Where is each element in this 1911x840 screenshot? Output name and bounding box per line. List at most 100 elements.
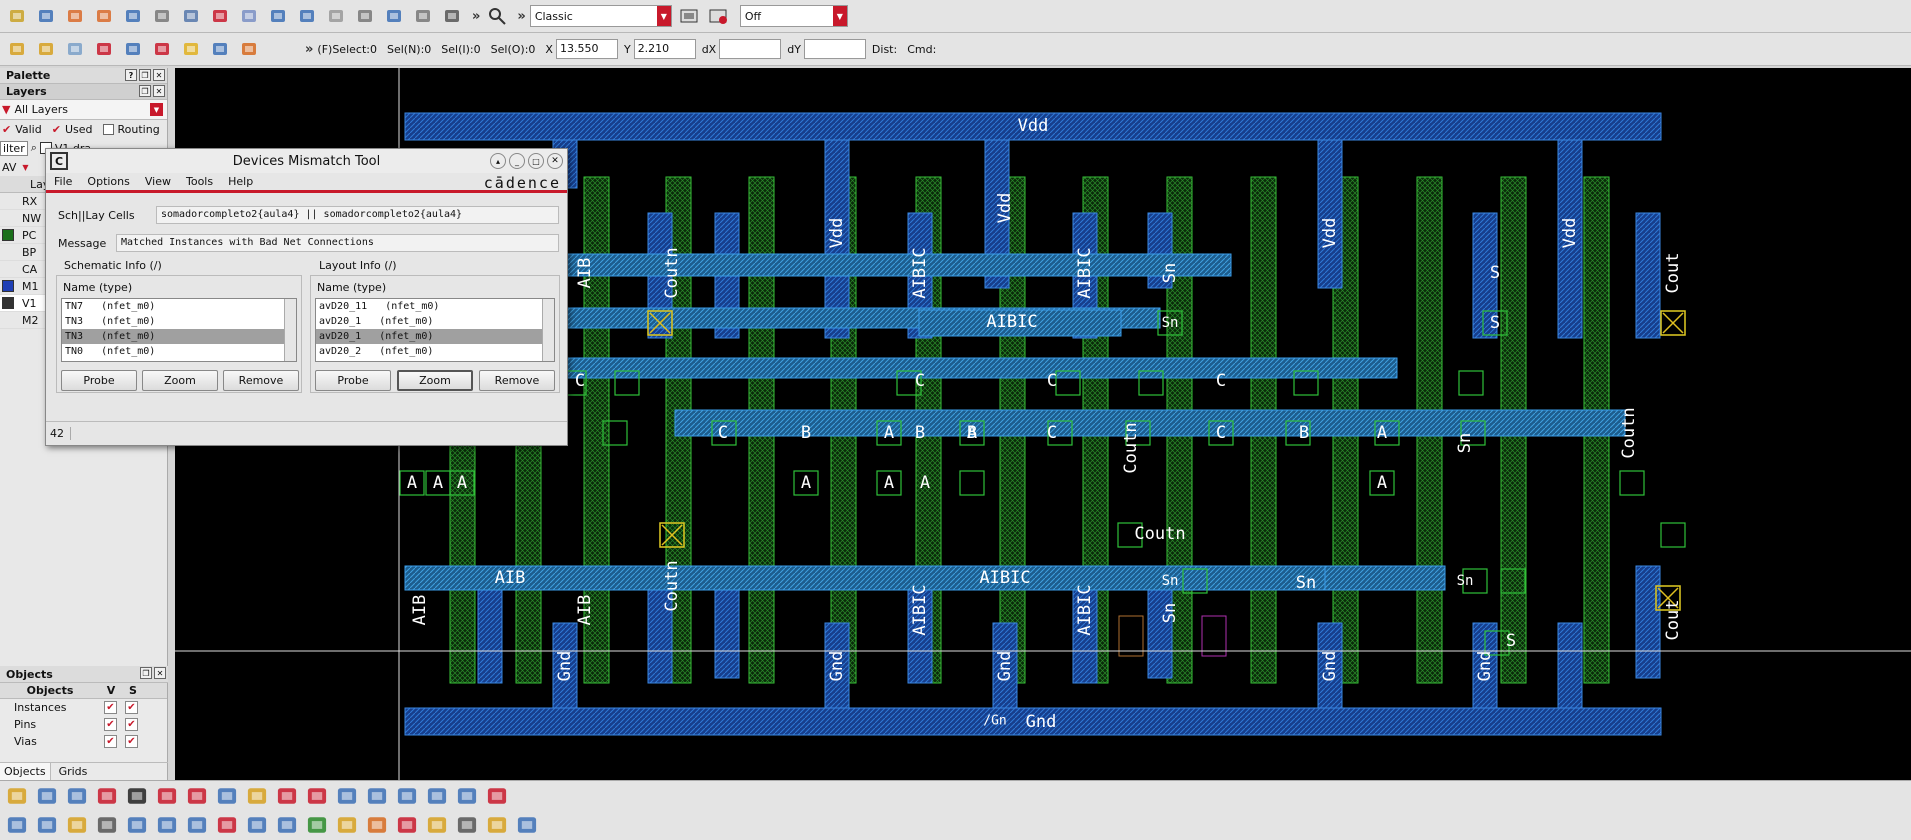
layout-icon[interactable] xyxy=(64,783,90,809)
fold-icon[interactable] xyxy=(154,812,180,838)
mark-icon[interactable] xyxy=(214,812,240,838)
wire-icon[interactable] xyxy=(184,812,210,838)
selectable-checkbox[interactable]: ✔ xyxy=(125,718,138,731)
list-item[interactable]: avD20_1 (nfet_m0) xyxy=(316,314,554,329)
markers-icon[interactable] xyxy=(236,36,262,62)
lay-zoom-button[interactable]: Zoom xyxy=(397,370,473,391)
search-icon[interactable] xyxy=(274,812,300,838)
zoom-fit-icon[interactable] xyxy=(120,36,146,62)
list-scrollbar[interactable] xyxy=(284,299,296,361)
grid2-icon[interactable] xyxy=(394,812,420,838)
cell-icon[interactable] xyxy=(4,812,30,838)
message-field[interactable]: Matched Instances with Bad Net Connectio… xyxy=(116,234,559,252)
ruler-icon[interactable] xyxy=(484,812,510,838)
run-icon[interactable] xyxy=(364,812,390,838)
list-item[interactable]: TN0 (nfet_m0) xyxy=(62,344,296,359)
chevron-down-icon-2[interactable]: ▼ xyxy=(832,6,847,26)
stretch-icon[interactable] xyxy=(178,3,204,29)
workspace-select[interactable]: Classic ▼ xyxy=(529,5,672,27)
menu-file[interactable]: File xyxy=(54,175,72,188)
sch-probe-button[interactable]: Probe xyxy=(61,370,137,391)
minimize-icon[interactable]: _ xyxy=(509,153,525,169)
visible-checkbox[interactable]: ✔ xyxy=(104,718,117,731)
y-field[interactable]: 2.210 xyxy=(633,39,696,59)
zoom-in-icon[interactable] xyxy=(424,783,450,809)
close-icon-2[interactable]: ✕ xyxy=(153,85,165,97)
layer-swatch[interactable] xyxy=(2,195,14,207)
object-row[interactable]: Pins ✔ ✔ xyxy=(0,716,167,733)
help-icon[interactable]: ? xyxy=(125,69,137,81)
menu-options[interactable]: Options xyxy=(87,175,129,188)
close-icon[interactable]: ✕ xyxy=(153,69,165,81)
pin-icon[interactable] xyxy=(154,783,180,809)
star-icon[interactable] xyxy=(334,812,360,838)
spell-icon[interactable] xyxy=(410,3,436,29)
list-item[interactable]: avD20_11 (nfet_m0) xyxy=(316,299,554,314)
chevron-down-icon-3[interactable]: ▼ xyxy=(150,103,163,116)
select-icon[interactable] xyxy=(364,783,390,809)
snap-icon[interactable] xyxy=(304,812,330,838)
m1-strip[interactable] xyxy=(1635,212,1661,339)
net-icon[interactable] xyxy=(304,783,330,809)
open-icon[interactable] xyxy=(4,3,30,29)
more-icon-2[interactable]: » xyxy=(517,9,525,24)
sch-remove-button[interactable]: Remove xyxy=(223,370,299,391)
via[interactable] xyxy=(1458,370,1484,396)
m1-wire[interactable] xyxy=(519,253,1232,277)
layer-swatch[interactable] xyxy=(2,212,14,224)
warn-icon[interactable] xyxy=(178,36,204,62)
align-icon[interactable] xyxy=(294,3,320,29)
tab-grids[interactable]: Grids xyxy=(51,763,96,780)
search-icon[interactable]: ⌕ xyxy=(31,141,37,155)
tools-icon[interactable] xyxy=(94,812,120,838)
label-icon[interactable] xyxy=(352,3,378,29)
object-row[interactable]: Instances ✔ ✔ xyxy=(0,699,167,716)
redo-icon[interactable] xyxy=(91,3,117,29)
more-icon[interactable]: » xyxy=(472,9,480,24)
undo-icon[interactable] xyxy=(62,3,88,29)
schematic-list[interactable]: TN7 (nfet_m0) TN3 (nfet_m0) TN3 (nfet_m0) T… xyxy=(61,298,297,362)
dy-field[interactable] xyxy=(803,39,866,59)
layer-swatch[interactable] xyxy=(2,263,14,275)
properties-icon[interactable] xyxy=(236,3,262,29)
list-item[interactable]: avD20_1 (nfet_m0) xyxy=(316,329,554,344)
menu-help[interactable]: Help xyxy=(228,175,253,188)
layout-list[interactable]: avD20_11 (nfet_m0) avD20_1 (nfet_m0) avD20… xyxy=(315,298,555,362)
via-icon[interactable] xyxy=(439,3,465,29)
create-inst-icon[interactable] xyxy=(62,36,88,62)
float-icon-2[interactable]: ❐ xyxy=(139,85,151,97)
delete-icon[interactable] xyxy=(207,3,233,29)
x-field[interactable]: 13.550 xyxy=(555,39,618,59)
select-box-icon[interactable] xyxy=(334,783,360,809)
tab-objects[interactable]: Objects xyxy=(0,763,51,780)
list-item[interactable]: avD20_2 (nfet_m0) xyxy=(316,344,554,359)
layer-swatch[interactable] xyxy=(2,297,14,309)
ruler-icon[interactable] xyxy=(91,36,117,62)
m1-strip[interactable] xyxy=(1557,622,1583,709)
tree-icon[interactable] xyxy=(34,783,60,809)
m1-wire[interactable] xyxy=(1324,565,1446,591)
list-item[interactable]: TN3 (nfet_m0) xyxy=(62,314,296,329)
pen-icon[interactable] xyxy=(454,783,480,809)
grid-icon[interactable] xyxy=(124,783,150,809)
probe-icon[interactable] xyxy=(214,783,240,809)
plot-icon[interactable] xyxy=(514,812,540,838)
route-icon[interactable] xyxy=(274,783,300,809)
shade-icon[interactable]: ▴ xyxy=(490,153,506,169)
menu-tools[interactable]: Tools xyxy=(186,175,213,188)
sch-zoom-button[interactable]: Zoom xyxy=(142,370,218,391)
move-icon[interactable] xyxy=(120,3,146,29)
layer-swatch[interactable] xyxy=(2,314,14,326)
dx-field[interactable] xyxy=(719,39,782,59)
drc-select[interactable]: Off ▼ xyxy=(739,5,848,27)
chevron-down-icon[interactable]: ▼ xyxy=(656,6,671,26)
link-icon[interactable] xyxy=(124,812,150,838)
via[interactable] xyxy=(1660,522,1686,548)
selectable-checkbox[interactable]: ✔ xyxy=(125,701,138,714)
save-icon[interactable] xyxy=(34,812,60,838)
copy-icon[interactable] xyxy=(149,3,175,29)
info-icon[interactable] xyxy=(265,3,291,29)
selectable-checkbox[interactable]: ✔ xyxy=(125,735,138,748)
list-item[interactable]: TN7 (nfet_m0) xyxy=(62,299,296,314)
pin-icon[interactable] xyxy=(149,36,175,62)
